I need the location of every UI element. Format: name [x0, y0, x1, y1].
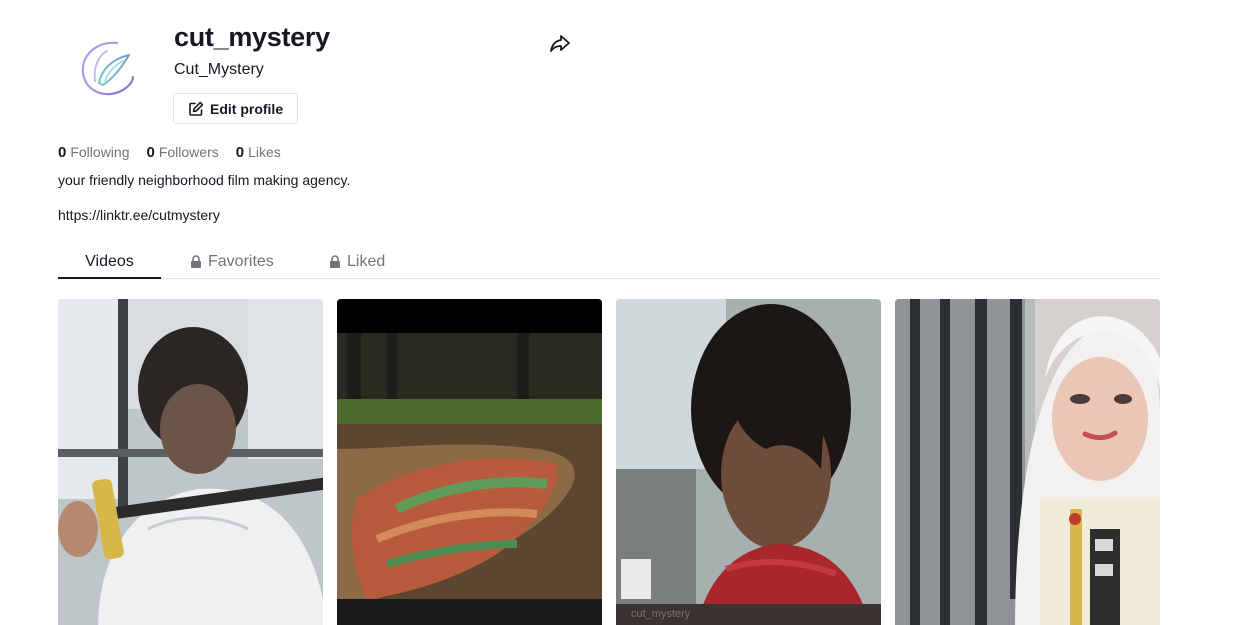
video-thumbnail[interactable] [337, 299, 602, 625]
video-thumbnail-image [58, 299, 323, 625]
video-thumbnail[interactable]: cut_mystery [616, 299, 881, 625]
share-arrow-icon [550, 35, 570, 52]
profile-stats: 0 Following 0 Followers 0 Likes [58, 144, 281, 161]
stat-followers-count: 0 [146, 144, 155, 161]
svg-text:cut_mystery: cut_mystery [631, 608, 691, 620]
edit-pencil-icon [189, 101, 204, 116]
profile-bio: your friendly neighborhood film making a… [58, 172, 351, 188]
edit-profile-label: Edit profile [210, 100, 284, 117]
profile-link[interactable]: https://linktr.ee/cutmystery [58, 207, 220, 223]
tab-liked[interactable]: Liked [329, 244, 385, 279]
active-tab-indicator [58, 277, 161, 279]
stat-following-count: 0 [58, 144, 67, 161]
video-thumbnail[interactable] [58, 299, 323, 625]
tab-liked-label: Liked [347, 252, 386, 270]
tab-videos-label: Videos [85, 252, 134, 270]
tab-favorites[interactable]: Favorites [190, 244, 274, 279]
lock-icon [330, 255, 340, 268]
lock-icon [191, 255, 201, 268]
edit-profile-button[interactable]: Edit profile [173, 93, 299, 124]
video-grid: cut_mystery [58, 299, 1160, 625]
avatar[interactable] [58, 20, 158, 120]
profile-username: cut_mystery [174, 22, 330, 52]
stat-likes-label: Likes [248, 144, 281, 160]
share-button[interactable] [548, 31, 572, 55]
cut-mystery-logo-icon [81, 41, 135, 96]
profile-tabs: Videos Favorites Liked [58, 244, 1160, 279]
tab-favorites-label: Favorites [208, 252, 274, 270]
stat-followers[interactable]: 0 Followers [146, 144, 218, 161]
stat-followers-label: Followers [158, 144, 219, 160]
profile-nickname: Cut_Mystery [174, 61, 264, 78]
stat-likes-count: 0 [235, 144, 245, 161]
stat-following[interactable]: 0 Following [58, 144, 129, 161]
video-thumbnail-image: cut_mystery [616, 299, 881, 625]
stat-likes: 0 Likes [236, 144, 281, 161]
video-thumbnail-image [337, 299, 602, 625]
video-thumbnail[interactable] [895, 299, 1160, 625]
video-thumbnail-image [895, 299, 1160, 625]
stat-following-label: Following [70, 144, 130, 160]
tab-videos[interactable]: Videos [58, 244, 161, 279]
